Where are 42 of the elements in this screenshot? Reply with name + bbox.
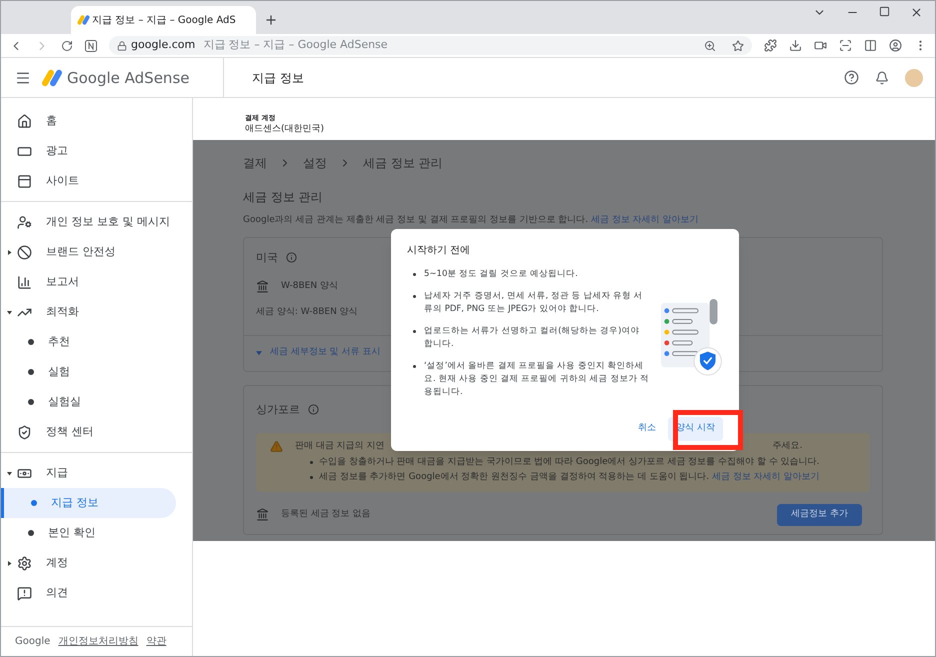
country-title: 미국 xyxy=(256,250,278,266)
description-text: Google과의 세금 관계는 제출한 세금 정보 및 결제 프로필의 정보를 기반으로 합니다. 세금 정보 자세히 알아보기 xyxy=(243,214,700,227)
footer-link[interactable]: 약관 xyxy=(146,634,166,649)
empty-state-text: 등록된 세금 정보 없음 xyxy=(281,508,371,521)
sidebar-item[interactable]: 보고서 xyxy=(1,267,192,297)
sidebar-subitem[interactable]: 본인 확인 xyxy=(1,518,176,548)
sidebar-subitem[interactable]: 추천 xyxy=(1,327,176,357)
browser-tab[interactable]: 지급 정보 – 지급 – Google AdS xyxy=(71,6,256,34)
dialog-bullet-text: 업로드하는 서류가 선명하고 컬러(해당하는 경우)여야 합니다. xyxy=(424,325,640,351)
warning-bullet-text: 세금 정보를 추가하면 Google에서 정확한 원천징수 금액을 결정하여 적용하는 데 도움이 됩니다. 세금 정보 자세히 알아보기 xyxy=(319,471,820,484)
footer-link[interactable]: 개인정보처리방침 xyxy=(58,634,138,649)
country-title: 싱가포르 xyxy=(256,402,300,418)
page-title: 지급 정보 xyxy=(252,70,304,86)
sidebar-item[interactable]: 지급 xyxy=(1,458,192,488)
sidebar-item[interactable]: 홈 xyxy=(1,106,192,136)
dialog-bullet-text: ‘설정’에서 올바른 결제 프로필을 사용 중인지 확인하세요. 현재 사용 중인 결제 프로필에 귀하의 세금 정보가 적용됩니다. xyxy=(424,360,650,399)
account-name: 애드센스(대한민국) xyxy=(245,123,326,136)
sidebar-item[interactable]: 계정 xyxy=(1,548,192,578)
form-detail: 세금 양식: W-8BEN 양식 xyxy=(256,306,358,318)
sidebar-item[interactable]: 최적화 xyxy=(1,297,192,327)
app-name: Google AdSense xyxy=(67,68,190,88)
address-bar[interactable]: google.com 지급 정보 – 지급 – Google AdSense xyxy=(109,36,752,55)
sidebar-item[interactable]: 브랜드 안전성 xyxy=(1,237,192,267)
sidebar-subitem[interactable]: 지급 정보 xyxy=(1,488,176,518)
dialog-title: 시작하기 전에 xyxy=(407,244,472,258)
form-name: W-8BEN 양식 xyxy=(281,280,338,293)
dialog-bullet-text: 5~10분 정도 걸릴 것으로 예상됩니다. xyxy=(424,268,578,281)
footer-brand: Google xyxy=(15,635,50,649)
sidebar-item[interactable]: 개인 정보 보호 및 메시지 xyxy=(1,207,192,237)
sidebar-item[interactable]: 사이트 xyxy=(1,166,192,196)
dialog-bullet-text: 납세자 거주 증명서, 면세 서류, 정관 등 납세자 유형 서류의 PDF, PNG 또는 JPEG가 있어야 합니다. xyxy=(424,290,644,316)
sidebar-subitem[interactable]: 실험실 xyxy=(1,387,176,417)
section-heading: 세금 정보 관리 xyxy=(243,189,324,206)
add-tax-info-button[interactable]: 세금정보 추가 xyxy=(777,504,862,526)
warning-text: 판매 대금 지급의 지연 xyxy=(295,440,385,453)
sidebar-subitem[interactable]: 실험 xyxy=(1,357,176,387)
warning-text: 주세요. xyxy=(772,440,802,453)
sidebar-item[interactable]: 의견 xyxy=(1,578,192,608)
sidebar-item[interactable]: 광고 xyxy=(1,136,192,166)
warning-bullet-text: 수입을 창출하거나 판매 대금을 지급받는 국가이므로 법에 따라 Google에서 싱가포르 세금 정보를 수집해야 할 수 있습니다. xyxy=(319,456,820,468)
cancel-button[interactable]: 취소 xyxy=(634,422,660,436)
sidebar-item[interactable]: 정책 센터 xyxy=(1,417,192,447)
